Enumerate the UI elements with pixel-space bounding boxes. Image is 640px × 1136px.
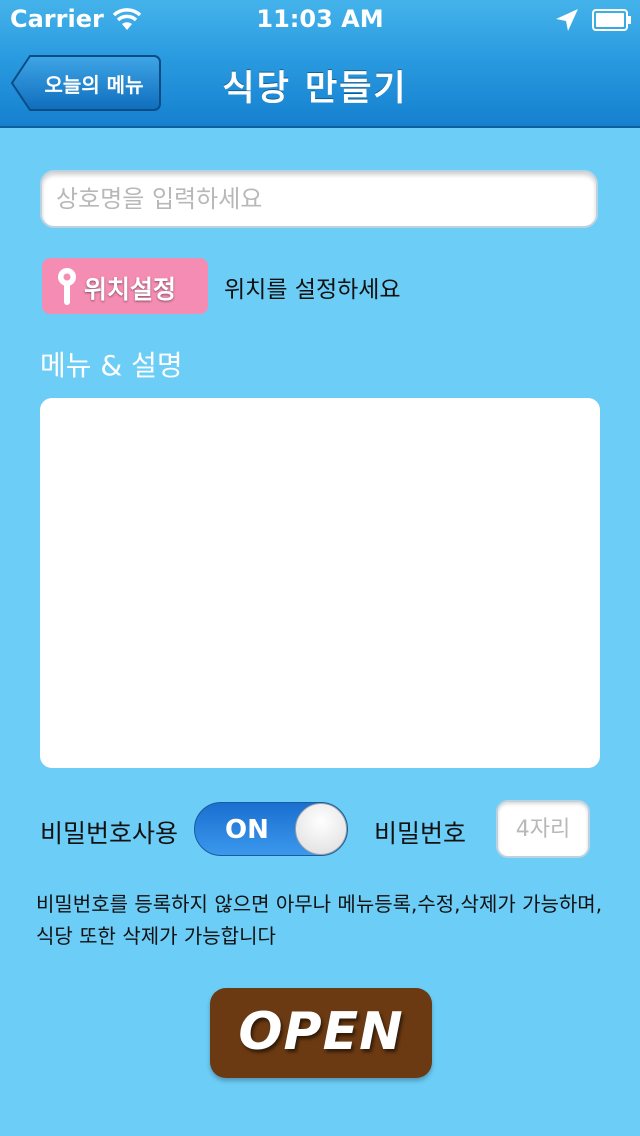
navigation-bar: Carrier 11:03 AM 오늘의 메뉴 식당 만들기 xyxy=(0,0,640,128)
back-button-label: 오늘의 메뉴 xyxy=(44,73,144,97)
toggle-state-label: ON xyxy=(225,815,269,845)
menu-description-label: 메뉴 & 설명 xyxy=(40,349,183,382)
location-button-label: 위치설정 xyxy=(84,275,177,304)
status-bar: Carrier 11:03 AM xyxy=(0,0,640,40)
location-arrow-icon xyxy=(556,9,578,31)
back-button[interactable]: 오늘의 메뉴 xyxy=(10,54,162,112)
status-time: 11:03 AM xyxy=(256,5,384,33)
open-button[interactable]: OPEN xyxy=(210,988,432,1078)
password-use-label: 비밀번호사용 xyxy=(40,819,179,848)
password-use-toggle[interactable]: ON xyxy=(194,802,348,856)
restaurant-name-input[interactable] xyxy=(40,170,598,228)
menu-description-textarea[interactable] xyxy=(40,398,600,768)
location-hint: 위치를 설정하세요 xyxy=(224,277,401,303)
open-button-label: OPEN xyxy=(238,1002,404,1062)
password-label: 비밀번호 xyxy=(374,819,467,848)
password-input[interactable] xyxy=(496,800,590,858)
toggle-knob[interactable] xyxy=(295,803,347,855)
location-set-button[interactable]: 위치설정 xyxy=(42,258,208,314)
battery-icon xyxy=(592,9,631,31)
pin-icon xyxy=(58,268,76,305)
page-title: 식당 만들기 xyxy=(222,69,408,109)
password-notice: 비밀번호를 등록하지 않으면 아무나 메뉴등록,수정,삭제가 가능하며, 식당 … xyxy=(36,892,603,948)
